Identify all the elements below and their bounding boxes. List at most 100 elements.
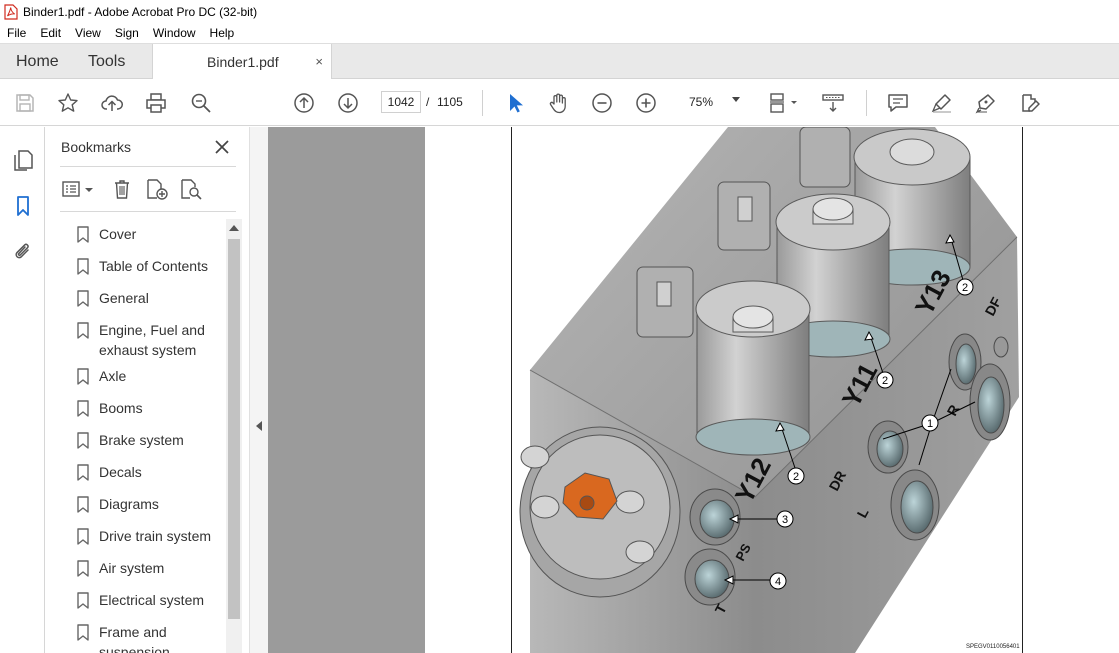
search-zoom-button[interactable] bbox=[188, 90, 214, 116]
bookmark-item-axle[interactable]: Axle bbox=[60, 361, 228, 393]
tab-home[interactable]: Home bbox=[16, 44, 59, 79]
paperclip-icon bbox=[15, 243, 29, 259]
bookmark-label: Engine, Fuel and exhaust system bbox=[99, 322, 205, 358]
collapse-left-arrow-icon bbox=[256, 421, 262, 431]
next-page-button[interactable] bbox=[335, 90, 361, 116]
save-button[interactable] bbox=[12, 90, 38, 116]
magnifier-icon bbox=[191, 93, 211, 113]
bookmark-label: Cover bbox=[99, 226, 137, 242]
menu-file[interactable]: File bbox=[0, 26, 33, 40]
bookmark-icon bbox=[77, 322, 89, 339]
comment-button[interactable] bbox=[885, 90, 911, 116]
delete-bookmark-button[interactable] bbox=[110, 177, 134, 201]
previous-page-button[interactable] bbox=[291, 90, 317, 116]
callout-2: 2 bbox=[962, 282, 968, 294]
bookmark-icon bbox=[77, 496, 89, 513]
page-fit-button[interactable] bbox=[765, 90, 801, 116]
bookmark-icon bbox=[77, 226, 89, 243]
bookmark-star-button[interactable] bbox=[55, 90, 81, 116]
scroll-mode-button[interactable] bbox=[820, 90, 846, 116]
callout-3: 3 bbox=[782, 514, 788, 526]
attachments-button[interactable] bbox=[10, 239, 36, 265]
bookmarks-list: Cover Table of Contents General Engine, … bbox=[60, 219, 228, 653]
bookmarks-scrollbar[interactable] bbox=[226, 219, 242, 653]
bookmark-item-general[interactable]: General bbox=[60, 283, 228, 315]
arrow-up-circle-icon bbox=[294, 93, 314, 113]
bookmarks-panel-button[interactable] bbox=[10, 193, 36, 219]
scroll-mode-icon bbox=[822, 94, 844, 112]
document-viewport[interactable]: Y12 Y11 Y13 DF DR R L T PS 2 2 2 1 3 4 S… bbox=[268, 127, 1119, 653]
scroll-up-arrow-icon[interactable] bbox=[229, 225, 239, 231]
bookmarks-toolbar bbox=[60, 177, 236, 203]
bookmark-item-engine-fuel-exhaust[interactable]: Engine, Fuel and exhaust system bbox=[60, 315, 228, 361]
divider bbox=[60, 211, 236, 212]
bookmark-icon bbox=[17, 196, 29, 216]
acrobat-app-icon bbox=[4, 3, 18, 20]
bookmark-item-brake-system[interactable]: Brake system bbox=[60, 425, 228, 457]
callout-2: 2 bbox=[882, 375, 888, 387]
menu-edit[interactable]: Edit bbox=[33, 26, 68, 40]
bookmark-label: Air system bbox=[99, 560, 165, 576]
bookmark-item-electrical-system[interactable]: Electrical system bbox=[60, 585, 228, 617]
tab-bar: Home Tools Binder1.pdf × bbox=[0, 43, 1119, 80]
bookmark-icon bbox=[77, 528, 89, 545]
trash-icon bbox=[115, 180, 129, 199]
close-icon[interactable] bbox=[213, 138, 231, 156]
title-bar: Binder1.pdf - Adobe Acrobat Pro DC (32-b… bbox=[0, 0, 1119, 23]
bookmark-label: Axle bbox=[99, 368, 127, 384]
find-bookmark-button[interactable] bbox=[178, 177, 204, 201]
edit-pdf-button[interactable] bbox=[1017, 90, 1043, 116]
menu-window[interactable]: Window bbox=[146, 26, 203, 40]
bookmark-item-frame-suspension[interactable]: Frame and suspension bbox=[60, 617, 228, 653]
close-tab-icon[interactable]: × bbox=[315, 54, 323, 69]
highlighter-icon bbox=[931, 94, 951, 113]
callout-4: 4 bbox=[775, 576, 781, 588]
list-options-icon bbox=[62, 181, 93, 197]
search-bookmark-icon bbox=[181, 179, 202, 200]
bookmark-icon bbox=[77, 290, 89, 307]
zoom-in-button[interactable] bbox=[633, 90, 659, 116]
bookmarks-title: Bookmarks bbox=[61, 139, 132, 155]
window-title: Binder1.pdf - Adobe Acrobat Pro DC (32-b… bbox=[23, 4, 258, 19]
page-number-input[interactable]: 1042 bbox=[381, 91, 421, 113]
bookmark-item-table-of-contents[interactable]: Table of Contents bbox=[60, 251, 228, 283]
divider bbox=[60, 166, 236, 167]
highlight-button[interactable] bbox=[929, 90, 955, 116]
menu-sign[interactable]: Sign bbox=[108, 26, 146, 40]
bookmark-icon bbox=[77, 592, 89, 609]
bookmark-label: Booms bbox=[99, 400, 143, 416]
select-tool-button[interactable] bbox=[502, 90, 528, 116]
printer-icon bbox=[146, 93, 166, 113]
bookmark-item-booms[interactable]: Booms bbox=[60, 393, 228, 425]
menu-view[interactable]: View bbox=[68, 26, 108, 40]
menu-help[interactable]: Help bbox=[203, 26, 242, 40]
print-button[interactable] bbox=[143, 90, 169, 116]
bookmark-item-decals[interactable]: Decals bbox=[60, 457, 228, 489]
bookmark-item-cover[interactable]: Cover bbox=[60, 219, 228, 251]
panel-collapse-handle[interactable] bbox=[249, 127, 268, 653]
page-thumbnails-button[interactable] bbox=[10, 147, 36, 173]
bookmark-item-air-system[interactable]: Air system bbox=[60, 553, 228, 585]
hand-tool-button[interactable] bbox=[545, 90, 571, 116]
fill-sign-button[interactable] bbox=[973, 90, 999, 116]
bookmark-item-drive-train-system[interactable]: Drive train system bbox=[60, 521, 228, 553]
bookmark-label: Decals bbox=[99, 464, 142, 480]
tab-document[interactable]: Binder1.pdf × bbox=[152, 44, 332, 80]
toolbar-divider bbox=[482, 90, 483, 116]
bookmark-icon bbox=[77, 400, 89, 417]
scrollbar-thumb[interactable] bbox=[228, 239, 240, 619]
bookmark-icon bbox=[77, 464, 89, 481]
pen-sign-icon bbox=[975, 94, 995, 114]
share-upload-button[interactable] bbox=[99, 90, 125, 116]
zoom-level-dropdown[interactable]: 75% bbox=[676, 91, 748, 113]
bookmark-label: Table of Contents bbox=[99, 258, 208, 274]
bookmark-label: Electrical system bbox=[99, 592, 205, 608]
figure-id: SPEGV0110056401 bbox=[966, 644, 1020, 650]
valve-block-illustration: Y12 Y11 Y13 DF DR R L T PS 2 2 2 1 3 4 bbox=[519, 127, 1019, 653]
tab-tools[interactable]: Tools bbox=[88, 44, 125, 79]
new-bookmark-button[interactable] bbox=[144, 177, 170, 201]
bookmark-item-diagrams[interactable]: Diagrams bbox=[60, 489, 228, 521]
bookmark-options-button[interactable] bbox=[60, 177, 96, 201]
zoom-out-button[interactable] bbox=[589, 90, 615, 116]
chevron-down-icon bbox=[732, 97, 740, 102]
